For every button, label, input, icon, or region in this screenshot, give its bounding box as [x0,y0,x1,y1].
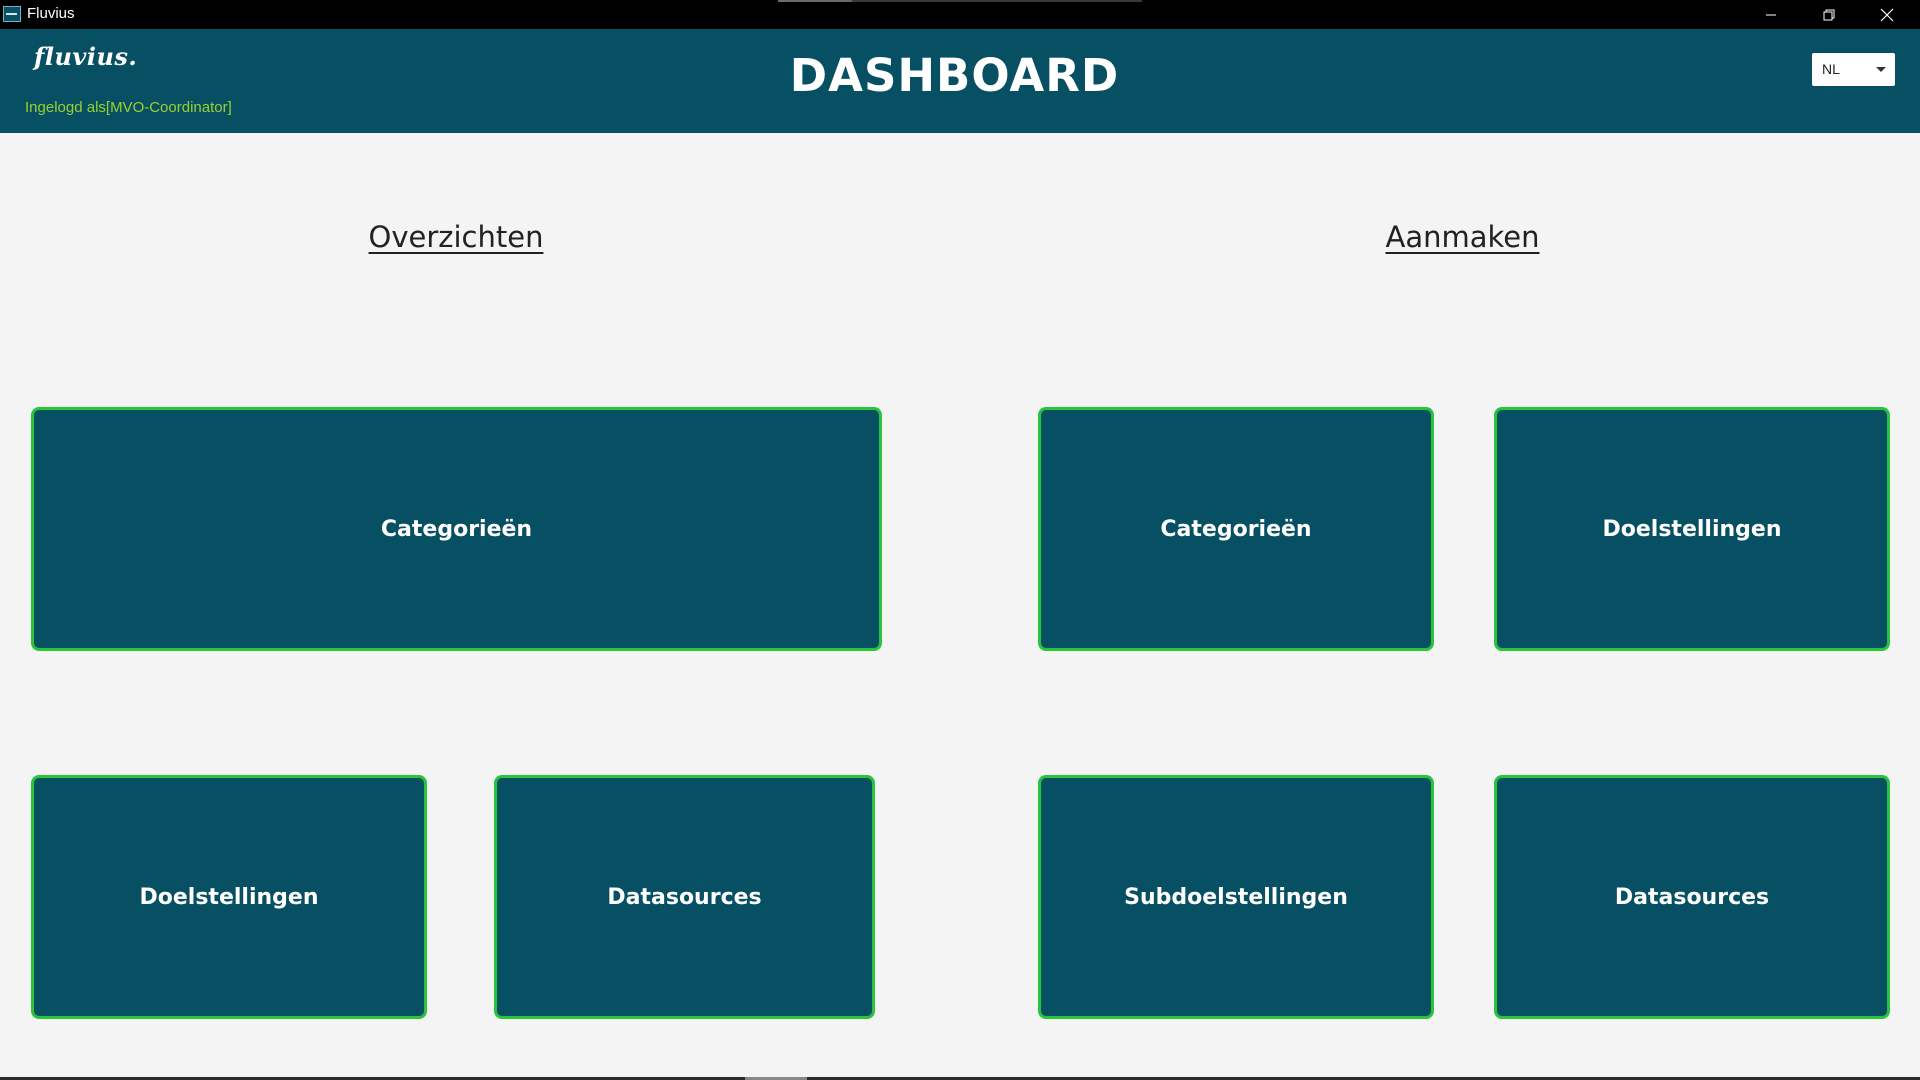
window-title: Fluvius [27,5,75,22]
overview-heading: Overzichten [368,220,544,254]
create-categories-button[interactable]: Categorieën [1038,407,1434,651]
create-goals-button[interactable]: Doelstellingen [1494,407,1890,651]
overview-goals-button[interactable]: Doelstellingen [31,775,427,1019]
window-titlebar: Fluvius [0,0,1920,29]
close-icon [1880,8,1894,21]
create-datasources-button[interactable]: Datasources [1494,775,1890,1019]
overview-datasources-button[interactable]: Datasources [494,775,875,1019]
create-heading: Aanmaken [1385,220,1540,254]
minimize-button[interactable] [1742,0,1800,29]
fluvius-app-icon [3,6,21,22]
create-subgoals-button[interactable]: Subdoelstellingen [1038,775,1434,1019]
minimize-icon [1766,14,1776,15]
restore-button[interactable] [1800,0,1858,29]
overview-categories-button[interactable]: Categorieën [31,407,882,651]
app-header: fluvius. Ingelogd als[MVO-Coordinator] D… [0,29,1920,133]
language-select-value: NL [1822,61,1840,77]
chevron-down-icon [1876,67,1886,72]
language-select[interactable]: NL [1812,53,1895,86]
restore-icon [1823,9,1835,20]
titlebar-drag-handle[interactable] [778,0,1142,2]
close-button[interactable] [1858,0,1916,29]
page-title: DASHBOARD [789,49,1120,102]
